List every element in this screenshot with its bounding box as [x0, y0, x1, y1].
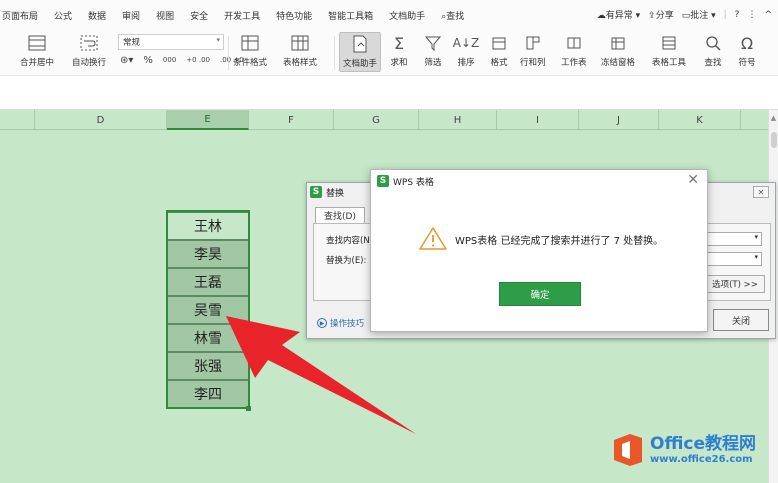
watermark-url: www.office26.com: [650, 454, 753, 465]
watermark-title: Office教程网: [650, 434, 757, 454]
watermark: Office教程网 www.office26.com: [610, 432, 756, 468]
office-logo-icon: [614, 434, 642, 466]
watermark-text: Office教程网 www.office26.com: [650, 434, 757, 466]
arrow-shape: [226, 316, 416, 434]
red-arrow-annotation: [226, 316, 416, 434]
